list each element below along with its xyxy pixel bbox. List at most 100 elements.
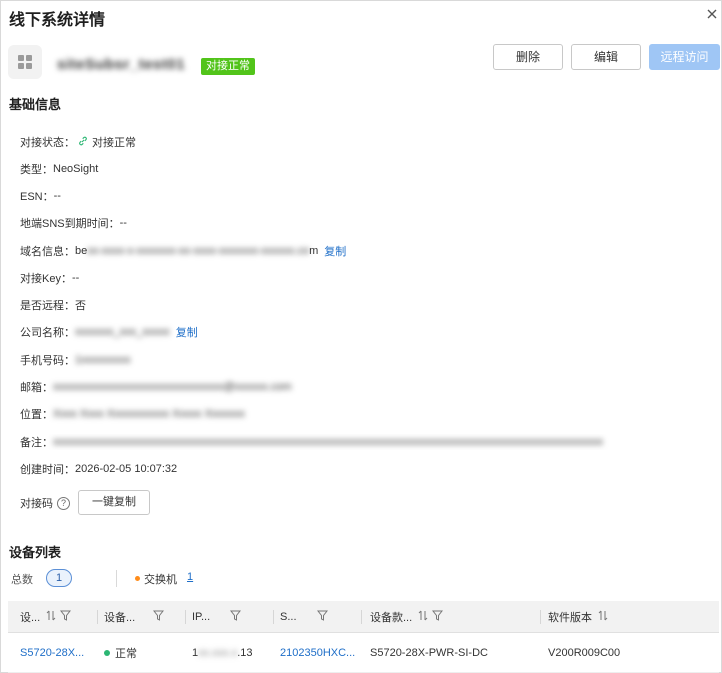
info-row-company: 公司名称： xxxxxxx_xxx_xxxxx 复制 xyxy=(20,324,198,340)
info-row-phone: 手机号码： 1xxxxxxxxx xyxy=(20,352,131,368)
edit-button[interactable]: 编辑 xyxy=(571,44,641,70)
info-row-remark: 备注： xxxxxxxxxxxxxxxxxxxxxxxxxxxxxxxxxxxx… xyxy=(20,434,710,450)
info-row-location: 位置： Xxxx Xxxx Xxxxxxxxxxx Xxxxx Xxxxxxx xyxy=(20,406,245,422)
table-row[interactable]: S5720-28X... 正常 1 xx.xxx.x .13 2102350HX… xyxy=(8,633,719,673)
info-row-status: 对接状态： 对接正常 xyxy=(20,134,136,150)
location-value-hidden: Xxxx Xxxx Xxxxxxxxxxx Xxxxx Xxxxxxx xyxy=(53,408,245,420)
remark-label: 备注： xyxy=(20,437,53,449)
status-badge: 对接正常 xyxy=(201,58,255,75)
column-header-status[interactable]: 设备... xyxy=(104,601,165,633)
domain-value-hidden: xx-xxxx-x-xxxxxxx-xx-xxxx-xxxxxxx-xxxxxx… xyxy=(87,245,310,257)
device-sn-link[interactable]: 2102350HXC... xyxy=(280,633,355,673)
copy-company-link[interactable]: 复制 xyxy=(176,324,198,340)
company-value-hidden: xxxxxxx_xxx_xxxxx xyxy=(75,326,170,338)
code-label: 对接码 xyxy=(20,498,53,510)
remote-access-button[interactable]: 远程访问 xyxy=(649,44,720,70)
total-label: 总数 xyxy=(11,574,33,586)
status-value: 对接正常 xyxy=(92,137,136,149)
sort-icon[interactable] xyxy=(598,610,608,624)
column-header-model[interactable]: 设备款... xyxy=(370,601,444,633)
column-label-status: 设备... xyxy=(104,612,136,624)
device-status-text: 正常 xyxy=(115,648,137,660)
info-row-email: 邮箱： xxxxxxxxxxxxxxxxxxxxxxxxxxxxxxx@xxxx… xyxy=(20,379,292,395)
device-list-title: 设备列表 xyxy=(9,545,62,560)
esn-value: -- xyxy=(53,190,61,202)
filter-icon[interactable] xyxy=(230,610,242,624)
detail-dialog: 线下系统详情 siteSubsr_test01 对接正常 删除 编辑 远程访问 … xyxy=(0,0,722,673)
help-icon[interactable]: ? xyxy=(57,496,70,510)
system-name: siteSubsr_test01 xyxy=(57,56,186,73)
domain-value-suffix: m xyxy=(309,245,319,257)
sort-icon[interactable] xyxy=(46,610,56,624)
info-row-type: 类型： NeoSight xyxy=(20,161,98,177)
device-ip-suffix: .13 xyxy=(237,647,253,659)
column-divider xyxy=(361,610,362,624)
column-label-ip: IP... xyxy=(192,611,211,623)
basic-info-title: 基础信息 xyxy=(9,97,62,112)
key-value: -- xyxy=(71,272,80,284)
column-divider xyxy=(185,610,186,624)
info-row-domain: 域名信息： be xx-xxxx-x-xxxxxxx-xx-xxxx-xxxxx… xyxy=(20,243,346,259)
info-row-sns-expiry: 地端SNS到期时间： -- xyxy=(20,215,127,231)
column-divider xyxy=(273,610,274,624)
sns-expiry-label: 地端SNS到期时间： xyxy=(20,218,120,230)
type-label: 类型： xyxy=(20,164,53,176)
email-label: 邮箱： xyxy=(20,382,53,394)
device-ip-hidden: xx.xxx.x xyxy=(198,647,238,659)
column-header-device[interactable]: 设... xyxy=(20,601,72,633)
column-divider xyxy=(97,610,98,624)
domain-label: 域名信息： xyxy=(20,246,75,258)
column-header-sn[interactable]: S... xyxy=(280,601,328,633)
remark-value-hidden: xxxxxxxxxxxxxxxxxxxxxxxxxxxxxxxxxxxxxxxx… xyxy=(53,436,603,448)
created-value: 2026-02-05 10:07:32 xyxy=(75,463,178,475)
email-value-hidden: xxxxxxxxxxxxxxxxxxxxxxxxxxxxxxx@xxxxxx.c… xyxy=(53,381,292,393)
filter-icon[interactable] xyxy=(153,610,165,624)
copy-code-button[interactable]: 一键复制 xyxy=(78,490,150,515)
column-label-sn: S... xyxy=(280,611,297,623)
table-header: 设... 设备... IP... S... 设备款... 软件版本 xyxy=(8,601,719,633)
info-row-created: 创建时间： 2026-02-05 10:07:32 xyxy=(20,461,177,477)
dialog-title: 线下系统详情 xyxy=(9,12,106,29)
switch-type-count[interactable]: 1 xyxy=(187,571,193,583)
column-label-device: 设... xyxy=(20,612,41,624)
info-row-key: 对接Key： -- xyxy=(20,270,79,286)
total-count-badge[interactable]: 1 xyxy=(46,569,72,587)
domain-value-prefix: be xyxy=(75,245,88,257)
phone-value-hidden: 1xxxxxxxxx xyxy=(75,354,131,366)
online-dot-icon xyxy=(104,650,110,656)
delete-button[interactable]: 删除 xyxy=(493,44,563,70)
divider xyxy=(116,570,117,587)
device-ip: 1 xx.xxx.x .13 xyxy=(192,633,253,673)
sns-expiry-value: -- xyxy=(119,217,127,229)
device-status: 正常 xyxy=(104,633,137,673)
info-row-esn: ESN： -- xyxy=(20,188,61,204)
column-label-version: 软件版本 xyxy=(548,612,592,624)
filter-icon[interactable] xyxy=(316,610,328,624)
column-header-ip[interactable]: IP... xyxy=(192,601,242,633)
column-label-model: 设备款... xyxy=(370,612,413,624)
location-label: 位置： xyxy=(20,409,53,421)
info-row-remote: 是否远程： 否 xyxy=(20,297,86,313)
device-name-link[interactable]: S5720-28X... xyxy=(20,633,84,673)
link-icon xyxy=(78,136,88,149)
type-value: NeoSight xyxy=(53,163,99,175)
switch-type-label: 交换机 xyxy=(144,574,177,586)
filter-icon[interactable] xyxy=(432,610,444,624)
sort-icon[interactable] xyxy=(418,610,428,624)
key-label: 对接Key： xyxy=(20,273,72,285)
filter-icon[interactable] xyxy=(60,610,72,624)
esn-label: ESN： xyxy=(20,191,54,203)
remote-label: 是否远程： xyxy=(20,300,75,312)
close-icon[interactable] xyxy=(705,7,719,21)
column-header-version[interactable]: 软件版本 xyxy=(548,601,608,633)
info-row-code: 对接码 ? xyxy=(20,495,70,511)
column-divider xyxy=(540,610,541,624)
device-model: S5720-28X-PWR-SI-DC xyxy=(370,647,488,659)
company-label: 公司名称： xyxy=(20,327,75,339)
device-version: V200R009C00 xyxy=(548,647,621,659)
copy-domain-link[interactable]: 复制 xyxy=(324,243,346,259)
created-label: 创建时间： xyxy=(20,464,75,476)
status-label: 对接状态： xyxy=(20,137,75,149)
grid-icon xyxy=(8,45,42,79)
remote-value: 否 xyxy=(75,300,86,312)
